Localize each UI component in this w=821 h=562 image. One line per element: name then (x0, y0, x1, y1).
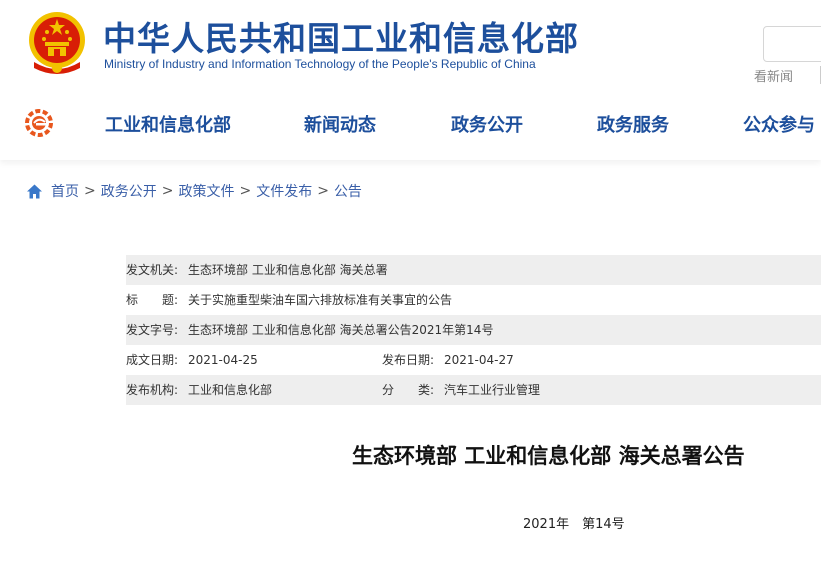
category-value: 汽车工业行业管理 (444, 383, 541, 397)
home-icon[interactable] (26, 183, 43, 200)
breadcrumb-separator: > (317, 183, 329, 199)
written-date-label: 成文日期: (126, 353, 179, 367)
issuer-value: 生态环境部 工业和信息化部 海关总署 (188, 263, 388, 277)
issuer-label: 发文机关: (126, 263, 179, 277)
breadcrumb-gov-affairs[interactable]: 政务公开 (101, 184, 157, 200)
written-date-value: 2021-04-25 (188, 353, 258, 367)
info-row-issuer: 发文机关: 生态环境部 工业和信息化部 海关总署 (126, 255, 821, 285)
breadcrumb: 首页 > 政务公开 > 政策文件 > 文件发布 > 公告 (26, 181, 362, 201)
national-emblem-icon (29, 12, 85, 74)
nav-item-news[interactable]: 新闻动态 (304, 111, 376, 137)
info-row-dates: 成文日期: 2021-04-25 发布日期: 2021-04-27 (126, 345, 821, 375)
info-row-org: 发布机构: 工业和信息化部 分 类: 汽车工业行业管理 (126, 375, 821, 405)
org-value: 工业和信息化部 (188, 383, 273, 397)
org-label: 发布机构: (126, 383, 179, 397)
nav-item-public-participation[interactable]: 公众参与 (743, 111, 815, 137)
title-label: 标 题: (126, 293, 179, 307)
miit-logo-icon (25, 109, 53, 137)
breadcrumb-doc-release[interactable]: 文件发布 (256, 184, 312, 200)
search-input[interactable] (763, 26, 821, 62)
breadcrumb-separator: > (239, 183, 252, 199)
info-row-title: 标 题: 关于实施重型柴油车国六排放标准有关事宜的公告 (126, 285, 821, 315)
breadcrumb-announcement[interactable]: 公告 (334, 184, 362, 200)
docno-value: 生态环境部 工业和信息化部 海关总署公告2021年第14号 (188, 323, 494, 337)
nav-item-gov-affairs[interactable]: 政务公开 (451, 111, 523, 137)
nav-item-miit[interactable]: 工业和信息化部 (105, 111, 231, 137)
docno-label: 发文字号: (126, 323, 179, 337)
title-value: 关于实施重型柴油车国六排放标准有关事宜的公告 (188, 293, 453, 307)
breadcrumb-separator: > (161, 183, 174, 199)
document-number: 2021年 第14号 (523, 517, 625, 532)
site-header: 中华人民共和国工业和信息化部 Ministry of Industry and … (0, 0, 821, 160)
published-date-value: 2021-04-27 (444, 353, 514, 367)
site-subtitle: Ministry of Industry and Information Tec… (104, 57, 536, 71)
site-title: 中华人民共和国工业和信息化部 (103, 19, 579, 58)
category-label: 分 类: (382, 383, 435, 397)
document-info-table: 发文机关: 生态环境部 工业和信息化部 海关总署 标 题: 关于实施重型柴油车国… (126, 255, 821, 405)
news-link[interactable]: 看新闻 (754, 66, 793, 85)
breadcrumb-separator: > (84, 183, 96, 199)
document-title: 生态环境部 工业和信息化部 海关总署公告 (352, 444, 745, 468)
nav-item-gov-services[interactable]: 政务服务 (597, 111, 669, 137)
breadcrumb-home[interactable]: 首页 (51, 184, 79, 200)
breadcrumb-policy-docs[interactable]: 政策文件 (178, 184, 234, 200)
published-date-label: 发布日期: (382, 353, 435, 367)
info-row-docno: 发文字号: 生态环境部 工业和信息化部 海关总署公告2021年第14号 (126, 315, 821, 345)
